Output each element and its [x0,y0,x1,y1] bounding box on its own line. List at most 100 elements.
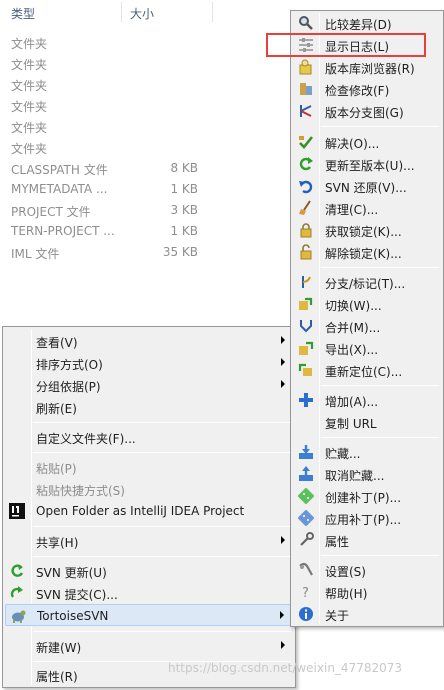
column-size[interactable]: 大小 [130,5,154,22]
explorer-context-menu: 查看(V) 排序方式(O) 分组依据(P) 刷新(E) 自定义文件夹(F)...… [2,326,296,688]
menu-item-share[interactable]: 共享(H) [5,530,293,552]
menu-item-svn-commit[interactable]: SVN 提交(C)... [5,582,293,604]
shelve-icon [298,444,314,460]
column-divider[interactable] [121,2,122,22]
menu-item-shelve[interactable]: 贮藏... [293,441,441,463]
menu-item-settings[interactable]: 设置(S) [293,559,441,581]
menu-separator [33,452,291,453]
menu-item-about[interactable]: 关于 [293,603,441,625]
menu-item-label: 创建补丁(P)... [325,491,402,505]
menu-item-label: 自定义文件夹(F)... [36,432,136,446]
submenu-arrow-icon [281,380,285,388]
submenu-arrow-icon [281,641,285,649]
menu-item-label: 分支/标记(T)... [325,277,406,291]
menu-item-label: 版本分支图(G) [325,106,404,120]
file-row[interactable]: MYMETADATA ... 1 KB [0,179,290,200]
menu-item-paste-shortcut[interactable]: 粘贴快捷方式(S) [5,478,293,500]
menu-item-create-patch[interactable]: 创建补丁(P)... [293,485,441,507]
submenu-arrow-icon [280,611,284,619]
submenu-arrow-icon [281,336,285,344]
check-modifications-icon [298,81,314,97]
menu-item-label: 清理(C)... [325,203,379,217]
menu-item-label: 帮助(H) [325,587,368,601]
menu-item-export[interactable]: 导出(X)... [293,337,441,359]
file-type: CLASSPATH 文件 [11,163,108,177]
settings-icon [298,562,314,578]
menu-item-label: 取消贮藏... [325,469,385,483]
menu-item-label: 粘贴快捷方式(S) [36,484,125,498]
menu-item-label: 解决(O)... [325,137,380,151]
menu-item-revision-graph[interactable]: 版本分支图(G) [293,100,441,122]
file-row[interactable]: 文件夹 [0,95,290,116]
menu-item-svn-update[interactable]: SVN 更新(U) [5,560,293,582]
menu-item-open-intellij[interactable]: Open Folder as IntelliJ IDEA Project [5,500,293,522]
menu-item-add[interactable]: 增加(A)... [293,389,441,411]
menu-item-copy-url[interactable]: 复制 URL [293,411,441,433]
menu-item-new[interactable]: 新建(W) [5,635,293,657]
watermark: https://blog.csdn.net/weixin_47782073 [168,661,403,675]
tortoisesvn-submenu: 比较差异(D) 显示日志(L) 版本库浏览器(R) 检查修改(F) 版本分支图(… [290,10,444,627]
menu-item-diff[interactable]: 比较差异(D) [293,12,441,34]
file-row[interactable]: IML 文件 35 KB [0,242,290,263]
export-icon [298,340,314,356]
menu-item-unshelve[interactable]: 取消贮藏... [293,463,441,485]
file-row[interactable]: 文件夹 [0,137,290,158]
menu-item-revert[interactable]: SVN 还原(V)... [293,175,441,197]
menu-item-refresh[interactable]: 刷新(E) [5,396,293,418]
menu-separator [321,126,439,127]
menu-item-sort-by[interactable]: 排序方式(O) [5,352,293,374]
menu-item-get-lock[interactable]: 获取锁定(K)... [293,219,441,241]
file-row[interactable]: CLASSPATH 文件 8 KB [0,158,290,179]
menu-item-customize-folder[interactable]: 自定义文件夹(F)... [5,426,293,448]
menu-item-label: Open Folder as IntelliJ IDEA Project [36,504,245,518]
file-row[interactable]: 文件夹 [0,74,290,95]
menu-item-view[interactable]: 查看(V) [5,330,293,352]
menu-item-label: 分组依据(P) [36,380,101,394]
menu-item-merge[interactable]: 合并(M)... [293,315,441,337]
menu-item-switch[interactable]: 切换(W)... [293,293,441,315]
properties-icon [298,532,314,548]
update-to-revision-icon [298,156,314,172]
file-row[interactable]: TERN-PROJECT ... 1 KB [0,221,290,242]
revert-icon [298,178,314,194]
menu-item-repo-browser[interactable]: 版本库浏览器(R) [293,56,441,78]
menu-item-resolve[interactable]: 解决(O)... [293,131,441,153]
submenu-arrow-icon [281,536,285,544]
menu-item-apply-patch[interactable]: 应用补丁(P)... [293,507,441,529]
menu-item-help[interactable]: ? 帮助(H) [293,581,441,603]
column-divider[interactable] [212,2,213,22]
menu-item-check-modifications[interactable]: 检查修改(F) [293,78,441,100]
column-type[interactable]: 类型 [11,5,35,22]
menu-item-label: 获取锁定(K)... [325,225,402,239]
file-type: MYMETADATA ... [11,182,108,196]
menu-item-label: SVN 还原(V)... [325,181,407,195]
menu-item-tortoisesvn[interactable]: TortoiseSVN [5,604,293,626]
file-type: 文件夹 [11,79,48,93]
diff-icon [298,15,314,31]
menu-item-label: 关于 [325,609,350,623]
menu-item-group-by[interactable]: 分组依据(P) [5,374,293,396]
file-row[interactable]: 文件夹 [0,116,290,137]
repo-browser-icon [298,59,314,75]
file-size: 1 KB [170,182,198,196]
file-row[interactable]: 文件夹 [0,53,290,74]
menu-separator [33,422,291,423]
intellij-icon [9,503,25,519]
lock-icon [298,222,314,238]
menu-separator [321,555,439,556]
menu-item-label: 合并(M)... [325,321,381,335]
unlock-icon [298,244,314,260]
menu-item-label: SVN 提交(C)... [36,588,118,602]
file-row[interactable]: PROJECT 文件 3 KB [0,200,290,221]
menu-item-update-to-revision[interactable]: 更新至版本(U)... [293,153,441,175]
menu-item-label: 属性(R) [36,670,78,684]
menu-item-label: 新建(W) [36,641,82,655]
menu-item-svn-properties[interactable]: 属性 [293,529,441,551]
menu-item-relocate[interactable]: 重新定位(C)... [293,359,441,381]
menu-item-release-lock[interactable]: 解除锁定(K)... [293,241,441,263]
menu-item-paste[interactable]: 粘贴(P) [5,456,293,478]
menu-item-cleanup[interactable]: 清理(C)... [293,197,441,219]
file-type: TERN-PROJECT ... [11,224,115,238]
file-row[interactable]: 文件夹 [0,32,290,53]
menu-item-branch-tag[interactable]: 分支/标记(T)... [293,271,441,293]
